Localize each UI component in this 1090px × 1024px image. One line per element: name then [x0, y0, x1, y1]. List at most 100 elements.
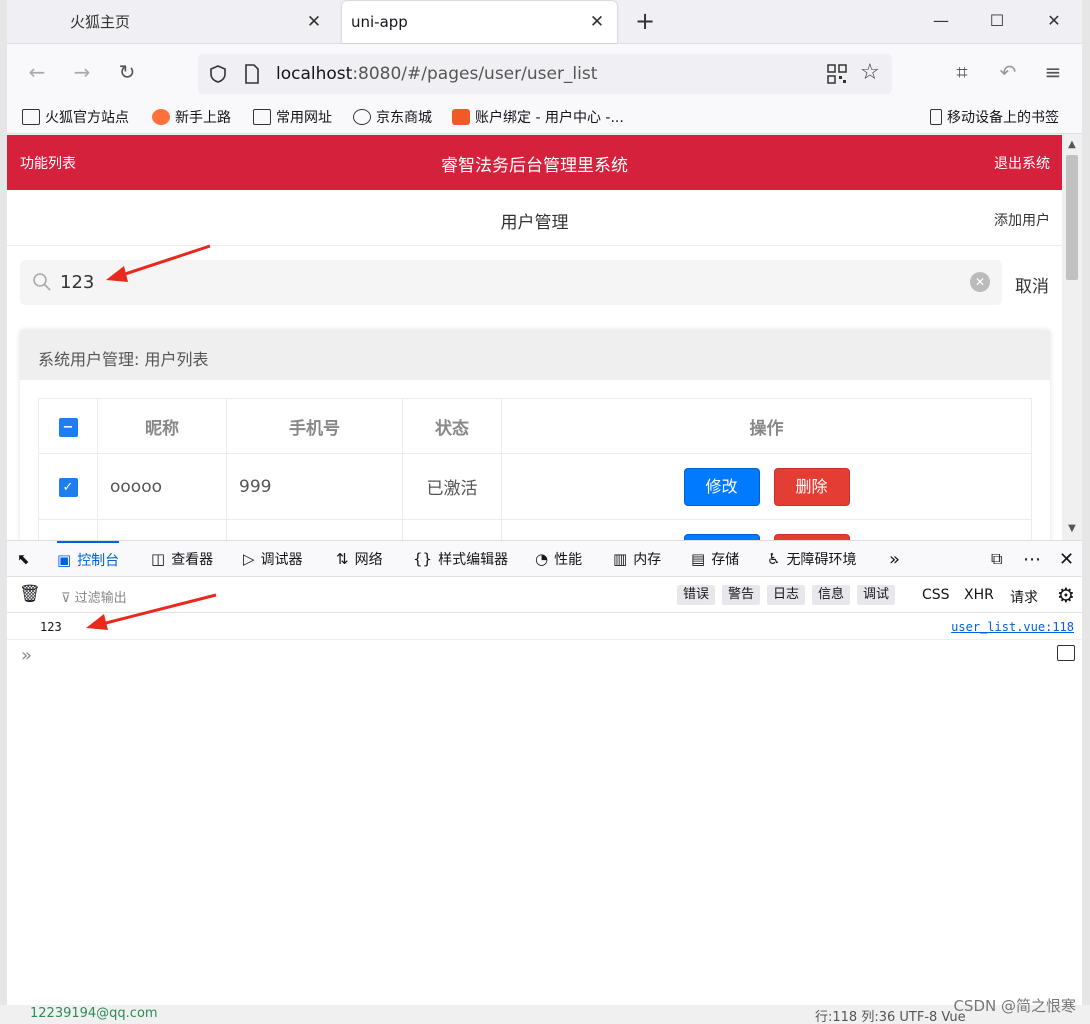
phone-cell: 999 [226, 453, 403, 520]
close-tab-icon[interactable]: ✕ [589, 12, 605, 32]
minimize-icon[interactable]: — [930, 10, 952, 32]
row-select-cell [38, 519, 98, 540]
filter-xhr[interactable]: XHR [964, 587, 994, 603]
delete-button[interactable]: 删除 [773, 467, 850, 506]
console-prompt-icon[interactable]: » [21, 645, 32, 666]
scrollbar-thumb[interactable] [1066, 155, 1078, 280]
storage-icon: ▤ [691, 550, 706, 568]
page-icon[interactable] [244, 64, 260, 84]
edit-button[interactable]: 修改 [683, 467, 760, 506]
row-checkbox[interactable]: ✓ [58, 478, 78, 497]
screenshot-icon[interactable]: ⌗ [950, 60, 974, 84]
level-error[interactable]: 错误 [677, 585, 716, 605]
devtools-tabs: ⬉ ▣ 控制台 ◫ 查看器 ▷ 调试器 ⇅ 网络 {} 样式编辑器 ◔ 性能 ▥ 内存 ▤ 存储… [7, 541, 1082, 577]
cancel-search-button[interactable]: 取消 [1015, 272, 1049, 297]
page-title: 用户管理 [500, 213, 569, 233]
bookmark-common-sites[interactable]: 常用网址 [253, 106, 332, 128]
table-row: ✓ ooooo 999 已激活 修改 删除 [38, 453, 1032, 520]
user-table: − 昵称 手机号 状态 操作 ✓ ooooo 999 已激活 修改 删除 [38, 398, 1032, 540]
logout-link[interactable]: 退出系统 [994, 153, 1050, 173]
row-select-cell: ✓ [38, 453, 98, 520]
tab-firefox-home[interactable]: 火狐主页 ✕ [8, 0, 334, 43]
close-devtools-icon[interactable]: ✕ [1059, 541, 1074, 577]
panel-title: 系统用户管理: 用户列表 [20, 330, 1050, 380]
performance-icon: ◔ [535, 550, 549, 568]
level-log[interactable]: 日志 [767, 585, 806, 605]
bookmark-mobile[interactable]: 移动设备上的书签 [930, 106, 1059, 128]
actions-cell: 修改删除 [501, 519, 1032, 540]
level-info[interactable]: 信息 [812, 585, 851, 605]
memory-icon: ▥ [613, 550, 628, 568]
bookmark-getting-started[interactable]: 新手上路 [152, 106, 231, 128]
filter-css[interactable]: CSS [922, 587, 950, 603]
phone-cell [226, 519, 403, 540]
window-close-icon[interactable]: ✕ [1043, 10, 1065, 32]
select-all-cell: − [38, 398, 98, 454]
menu-icon[interactable]: ≡ [1041, 60, 1065, 84]
tab-storage[interactable]: ▤ 存储 [691, 541, 739, 577]
close-tab-icon[interactable]: ✕ [306, 12, 322, 32]
split-console-icon[interactable] [1057, 645, 1075, 661]
firefox-icon [152, 109, 170, 125]
tab-debugger[interactable]: ▷ 调试器 [243, 541, 303, 577]
scroll-down-icon[interactable]: ▼ [1062, 523, 1082, 534]
tab-title: 火狐主页 [70, 13, 131, 31]
inspector-icon: ◫ [151, 550, 166, 568]
forward-icon[interactable]: → [70, 60, 94, 84]
level-warning[interactable]: 警告 [722, 585, 761, 605]
search-input[interactable] [60, 268, 960, 296]
tab-accessibility[interactable]: ♿ 无障碍环境 [767, 541, 856, 577]
bookmarks-bar: 火狐官方站点 新手上路 常用网址 京东商城 账户绑定 - 用户中心 -... 移… [0, 100, 1090, 134]
filter-requests[interactable]: 请求 [1010, 587, 1038, 607]
scroll-up-icon[interactable]: ▲ [1062, 139, 1082, 150]
more-options-icon[interactable]: ⋯ [1023, 541, 1041, 577]
more-tabs-icon[interactable]: » [889, 541, 900, 577]
csdn-watermark: CSDN @简之恨寒 [953, 997, 1076, 1015]
folder-icon [22, 109, 40, 125]
tab-memory[interactable]: ▥ 内存 [613, 541, 661, 577]
url-text[interactable]: localhost:8080/#/pages/user/user_list [276, 64, 597, 84]
tab-network[interactable]: ⇅ 网络 [336, 541, 383, 577]
user-list-panel: 系统用户管理: 用户列表 − 昵称 手机号 状态 操作 ✓ ooooo 999 … [20, 330, 1050, 540]
maximize-icon[interactable]: ☐ [986, 10, 1008, 32]
settings-gear-icon[interactable]: ⚙ [1057, 583, 1075, 607]
bookmark-firefox-official[interactable]: 火狐官方站点 [22, 106, 129, 128]
new-tab-button[interactable]: + [634, 8, 656, 34]
select-all-checkbox[interactable]: − [58, 417, 78, 437]
shield-icon[interactable] [208, 64, 228, 84]
page-scrollbar[interactable]: ▲ ▼ [1062, 135, 1082, 540]
undo-icon[interactable]: ↶ [996, 60, 1020, 84]
tab-console[interactable]: ▣ 控制台 [57, 541, 120, 577]
tab-inspector[interactable]: ◫ 查看器 [151, 541, 213, 577]
back-icon[interactable]: ← [25, 60, 49, 84]
trash-icon[interactable]: 🗑 [19, 584, 41, 604]
element-picker-icon[interactable]: ⬉ [17, 541, 36, 577]
bookmark-account-binding[interactable]: 账户绑定 - 用户中心 -... [452, 106, 624, 128]
search-icon [33, 273, 51, 291]
reload-icon[interactable]: ↻ [115, 60, 139, 84]
tab-performance[interactable]: ◔ 性能 [535, 541, 582, 577]
app-title: 睿智法务后台管理里系统 [441, 156, 628, 176]
nickname-cell: ooooo [97, 453, 227, 520]
level-debug[interactable]: 调试 [857, 585, 896, 605]
log-source-link[interactable]: user_list.vue:118 [951, 620, 1074, 634]
mobile-icon [930, 109, 942, 125]
bookmark-star-icon[interactable]: ☆ [860, 60, 880, 85]
actions-cell: 修改删除 [501, 453, 1032, 520]
filter-output-input[interactable]: ⊽ 过滤输出 [61, 587, 127, 606]
console-log-line: 123 user_list.vue:118 [7, 614, 1082, 640]
clear-search-icon[interactable]: ✕ [970, 272, 990, 292]
qr-code-icon[interactable] [827, 64, 847, 84]
bookmark-jd[interactable]: 京东商城 [353, 106, 432, 128]
debugger-icon: ▷ [243, 550, 255, 568]
dock-options-icon[interactable]: ⧉ [991, 541, 1002, 577]
tab-style-editor[interactable]: {} 样式编辑器 [413, 541, 508, 577]
add-user-link[interactable]: 添加用户 [994, 210, 1050, 230]
accessibility-icon: ♿ [767, 550, 781, 568]
network-icon: ⇅ [336, 550, 349, 568]
status-cell: 已激活 [402, 453, 502, 520]
tab-uni-app[interactable]: uni-app ✕ [342, 1, 617, 43]
url-bar[interactable]: localhost:8080/#/pages/user/user_list ☆ [198, 54, 892, 94]
search-box: ✕ [20, 260, 1002, 305]
globe-icon [353, 109, 371, 125]
